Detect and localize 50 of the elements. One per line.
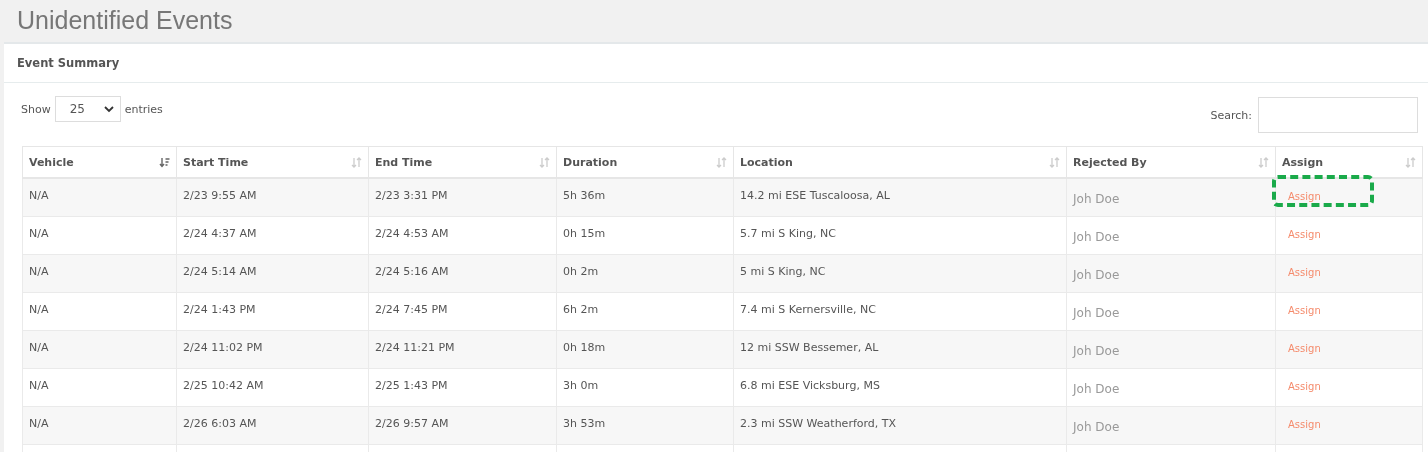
table-cell: 2/24 11:21 PM <box>368 330 557 368</box>
table-cell: 2/25 10:42 AM <box>176 368 369 406</box>
table-cell: 6.8 mi ESE Vicksburg, MS <box>733 368 1067 406</box>
table-cell: 5.7 mi S King, NC <box>733 216 1067 254</box>
table-cell: Joh Doe <box>1066 406 1276 444</box>
table-cell: Joh Doe <box>1066 216 1276 254</box>
entries-dropdown[interactable]: 25 <box>54 96 121 122</box>
table-cell: Joh Doe <box>1066 368 1276 406</box>
table-cell: N/A <box>22 368 177 406</box>
table-cell: N/A <box>22 254 177 292</box>
table-cell: 14.2 mi ESE Tuscaloosa, AL <box>733 178 1067 216</box>
table-cell: 2/26 6:03 AM <box>176 406 369 444</box>
panel-title: Event Summary <box>17 56 120 70</box>
table-cell: 2/25 1:43 PM <box>368 368 557 406</box>
table-cell: 3h 0m <box>556 368 734 406</box>
table-cell: 5 mi S King, NC <box>733 254 1067 292</box>
table-cell: 2/23 9:55 AM <box>176 178 369 216</box>
table-cell: 5h 36m <box>556 178 734 216</box>
table-cell: 12 mi SSW Bessemer, AL <box>733 330 1067 368</box>
search-label: Search: <box>1210 108 1252 122</box>
table-cell: 2/24 5:14 AM <box>176 254 369 292</box>
show-label: Show <box>21 102 51 116</box>
table-cell: N/A <box>22 330 177 368</box>
table-cell: Joh Doe <box>1066 254 1276 292</box>
search-field[interactable] <box>1258 97 1418 133</box>
table-cell: 2/24 4:37 AM <box>176 216 369 254</box>
table-cell: 0h 18m <box>556 330 734 368</box>
table-cell: N/A <box>22 178 177 216</box>
table-cell: 2/24 11:02 PM <box>176 330 369 368</box>
page-title: Unidentified Events <box>17 5 233 35</box>
table-cell: N/A <box>22 406 177 444</box>
table-cell: 2/26 9:57 AM <box>368 406 557 444</box>
table-cell: Joh Doe <box>1066 292 1276 330</box>
entries-label: entries <box>124 102 163 116</box>
table-cell: Joh Doe <box>1066 330 1276 368</box>
chevron-down-icon <box>103 105 114 113</box>
table-cell: N/A <box>22 216 177 254</box>
table-cell: 2/24 7:45 PM <box>368 292 557 330</box>
table-cell: 2/24 5:16 AM <box>368 254 557 292</box>
table-cell: Joh Doe <box>1066 178 1276 216</box>
table-cell: 2/24 4:53 AM <box>368 216 557 254</box>
table-cell: 6h 2m <box>556 292 734 330</box>
table-cell: N/A <box>22 292 177 330</box>
table-cell: 0h 15m <box>556 216 734 254</box>
table-cell: 7.4 mi S Kernersville, NC <box>733 292 1067 330</box>
table-cell: 0h 2m <box>556 254 734 292</box>
table-cell: 2/23 3:31 PM <box>368 178 557 216</box>
table-cell: 2.3 mi SSW Weatherford, TX <box>733 406 1067 444</box>
table-cell: 2/24 1:43 PM <box>176 292 369 330</box>
table-cell: 3h 53m <box>556 406 734 444</box>
